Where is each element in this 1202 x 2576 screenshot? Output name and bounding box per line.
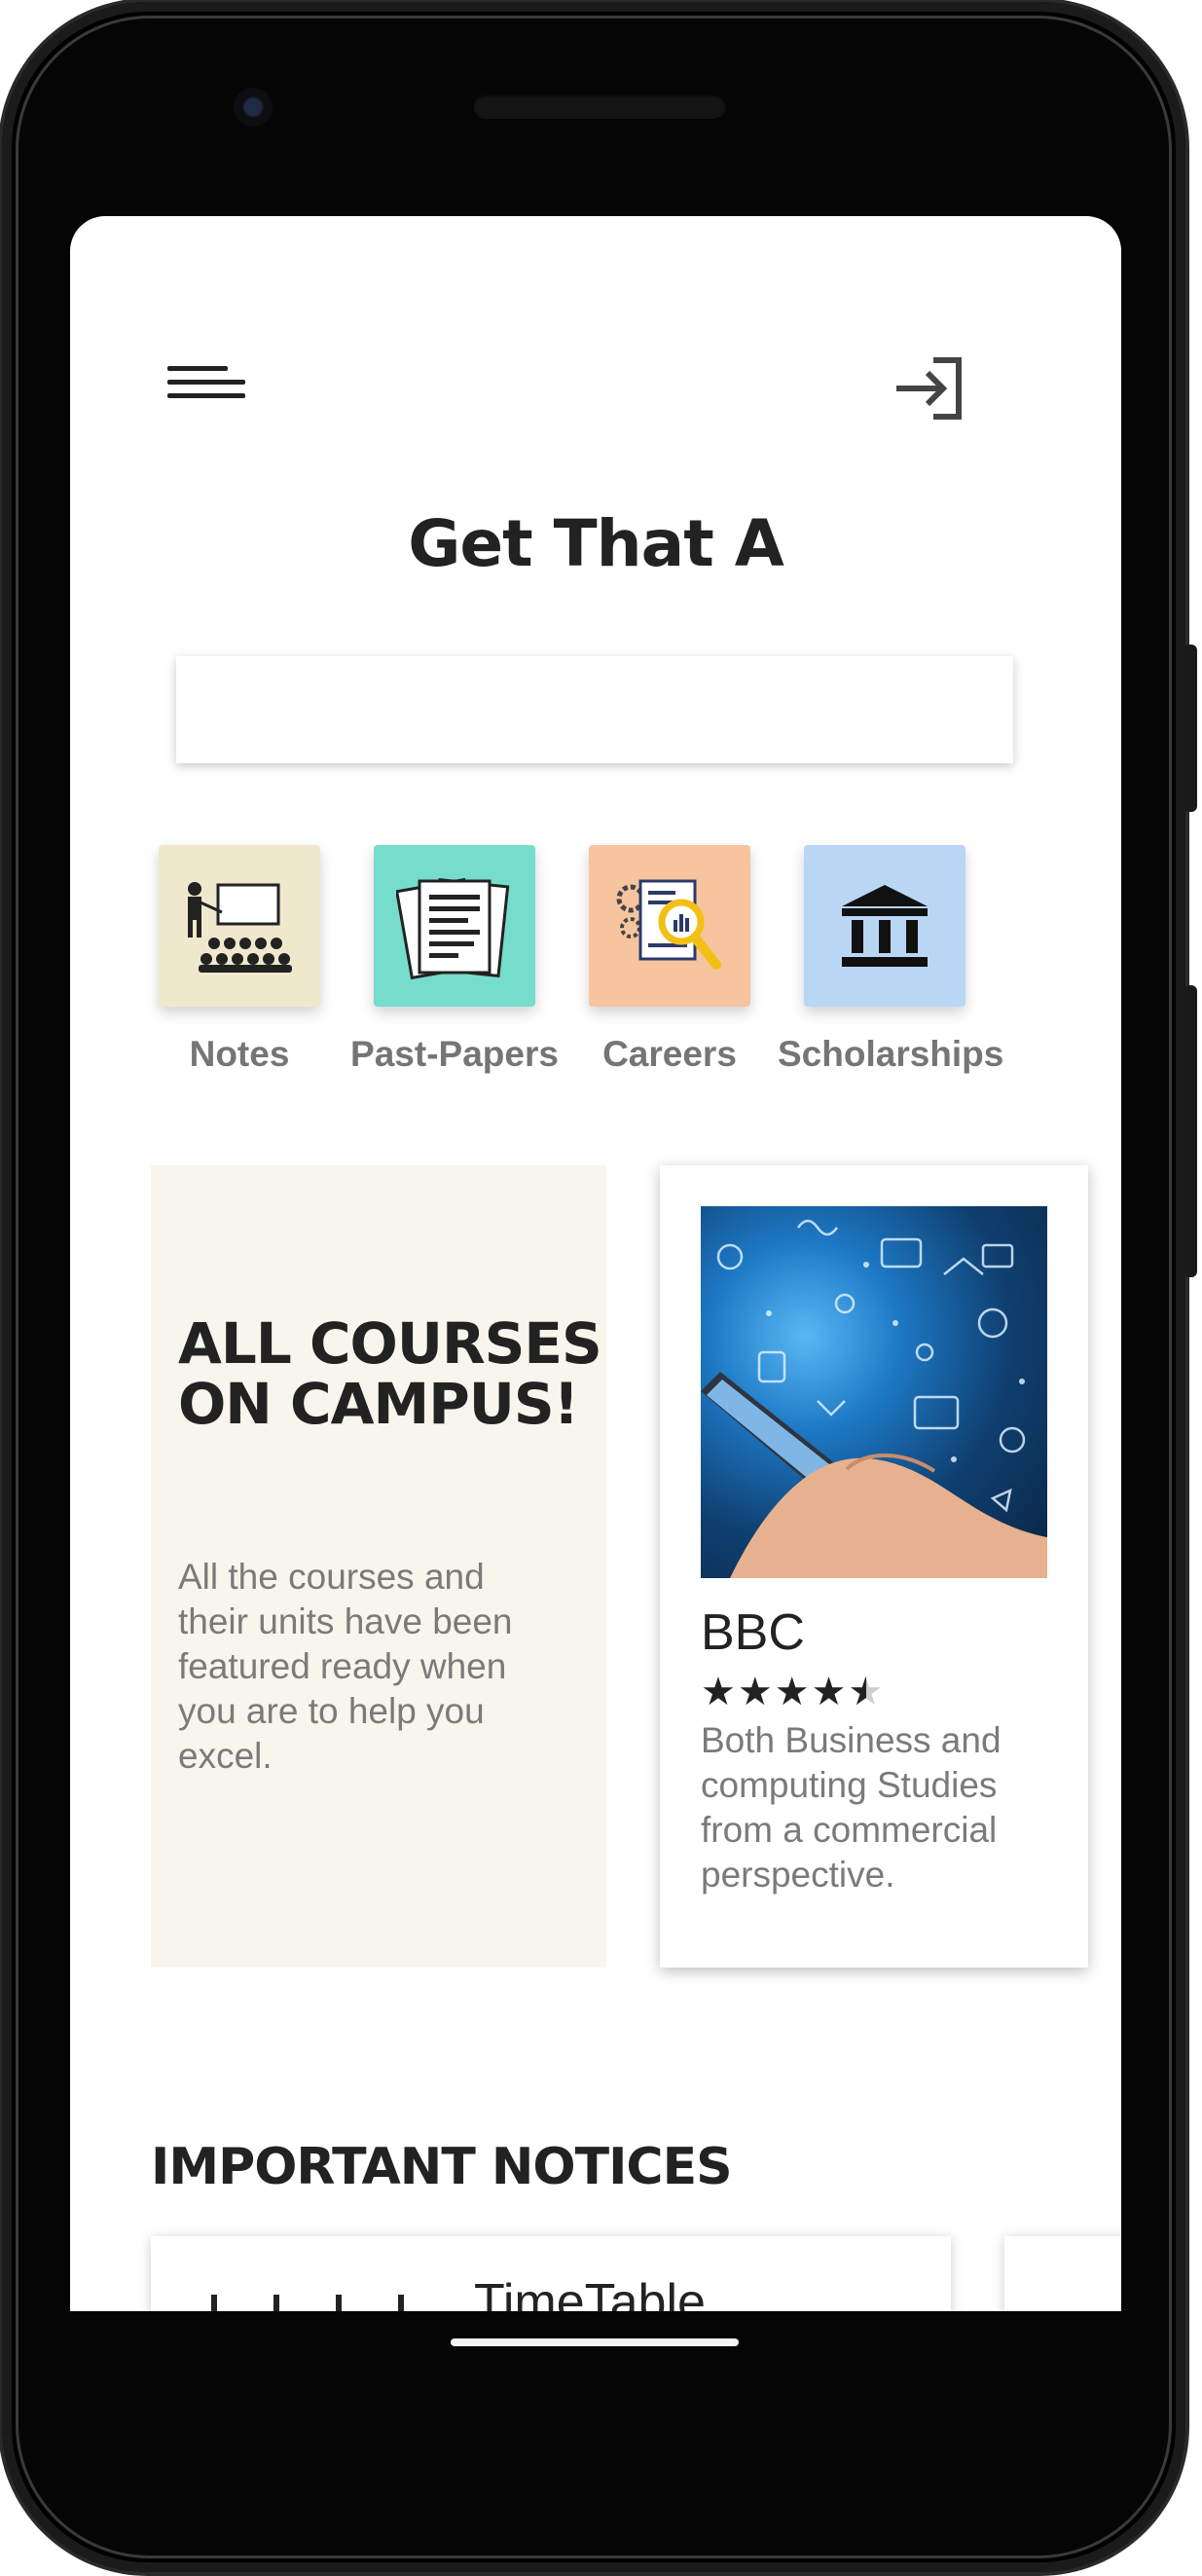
hamburger-menu-icon[interactable]	[167, 366, 245, 405]
report-magnifier-icon	[589, 845, 750, 1007]
category-past-papers[interactable]: Past-Papers	[347, 845, 562, 1075]
category-scholarships[interactable]: Scholarships	[778, 845, 1004, 1075]
notice-card[interactable]: TimeTable	[151, 2236, 951, 2311]
classroom-teacher-icon	[159, 845, 320, 1007]
star-icon: ★	[701, 1671, 738, 1713]
category-label: Past-Papers	[350, 1034, 559, 1074]
notice-card[interactable]	[1004, 2236, 1121, 2311]
half-star-icon: ★	[848, 1670, 885, 1714]
phone-frame: Get That A Notes Past-Papers Careers Sch…	[2, 2, 1197, 2572]
course-description: Both Business and computing Studies from…	[701, 1720, 1002, 1895]
earpiece-speaker	[473, 93, 726, 119]
rating-stars: ★★★★★	[701, 1670, 885, 1714]
category-label: Notes	[189, 1034, 290, 1074]
home-indicator[interactable]	[451, 2338, 739, 2346]
category-careers[interactable]: Careers	[563, 845, 777, 1075]
notice-title: TimeTable	[474, 2274, 706, 2311]
search-input[interactable]	[176, 656, 1013, 763]
star-icon: ★	[774, 1671, 812, 1713]
app-title: Get That A	[408, 506, 784, 581]
category-label: Scholarships	[778, 1034, 1004, 1074]
promo-text: All the courses and their units have bee…	[178, 1557, 513, 1776]
timetable-icon	[211, 2295, 460, 2311]
front-camera	[234, 88, 273, 127]
star-icon: ★	[737, 1671, 775, 1713]
category-label: Careers	[602, 1034, 737, 1074]
hand-holding-phone-with-doodles-image	[701, 1206, 1047, 1578]
category-notes[interactable]: Notes	[132, 845, 346, 1075]
star-icon: ★	[811, 1671, 849, 1713]
promo-banner[interactable]: ALL COURSES ON CAMPUS! All the courses a…	[151, 1165, 606, 1968]
power-button	[1184, 644, 1197, 812]
app-screen: Get That A Notes Past-Papers Careers Sch…	[70, 216, 1121, 2311]
promo-heading: ALL COURSES ON CAMPUS!	[178, 1310, 602, 1437]
documents-icon	[374, 845, 535, 1007]
institution-icon	[804, 845, 965, 1007]
course-name: BBC	[701, 1604, 805, 1661]
login-arrow-icon[interactable]	[892, 354, 965, 423]
volume-button	[1184, 985, 1197, 1277]
course-card[interactable]: BBC ★★★★★ Both Business and computing St…	[660, 1165, 1088, 1968]
notices-heading: IMPORTANT NOTICES	[151, 2138, 733, 2196]
